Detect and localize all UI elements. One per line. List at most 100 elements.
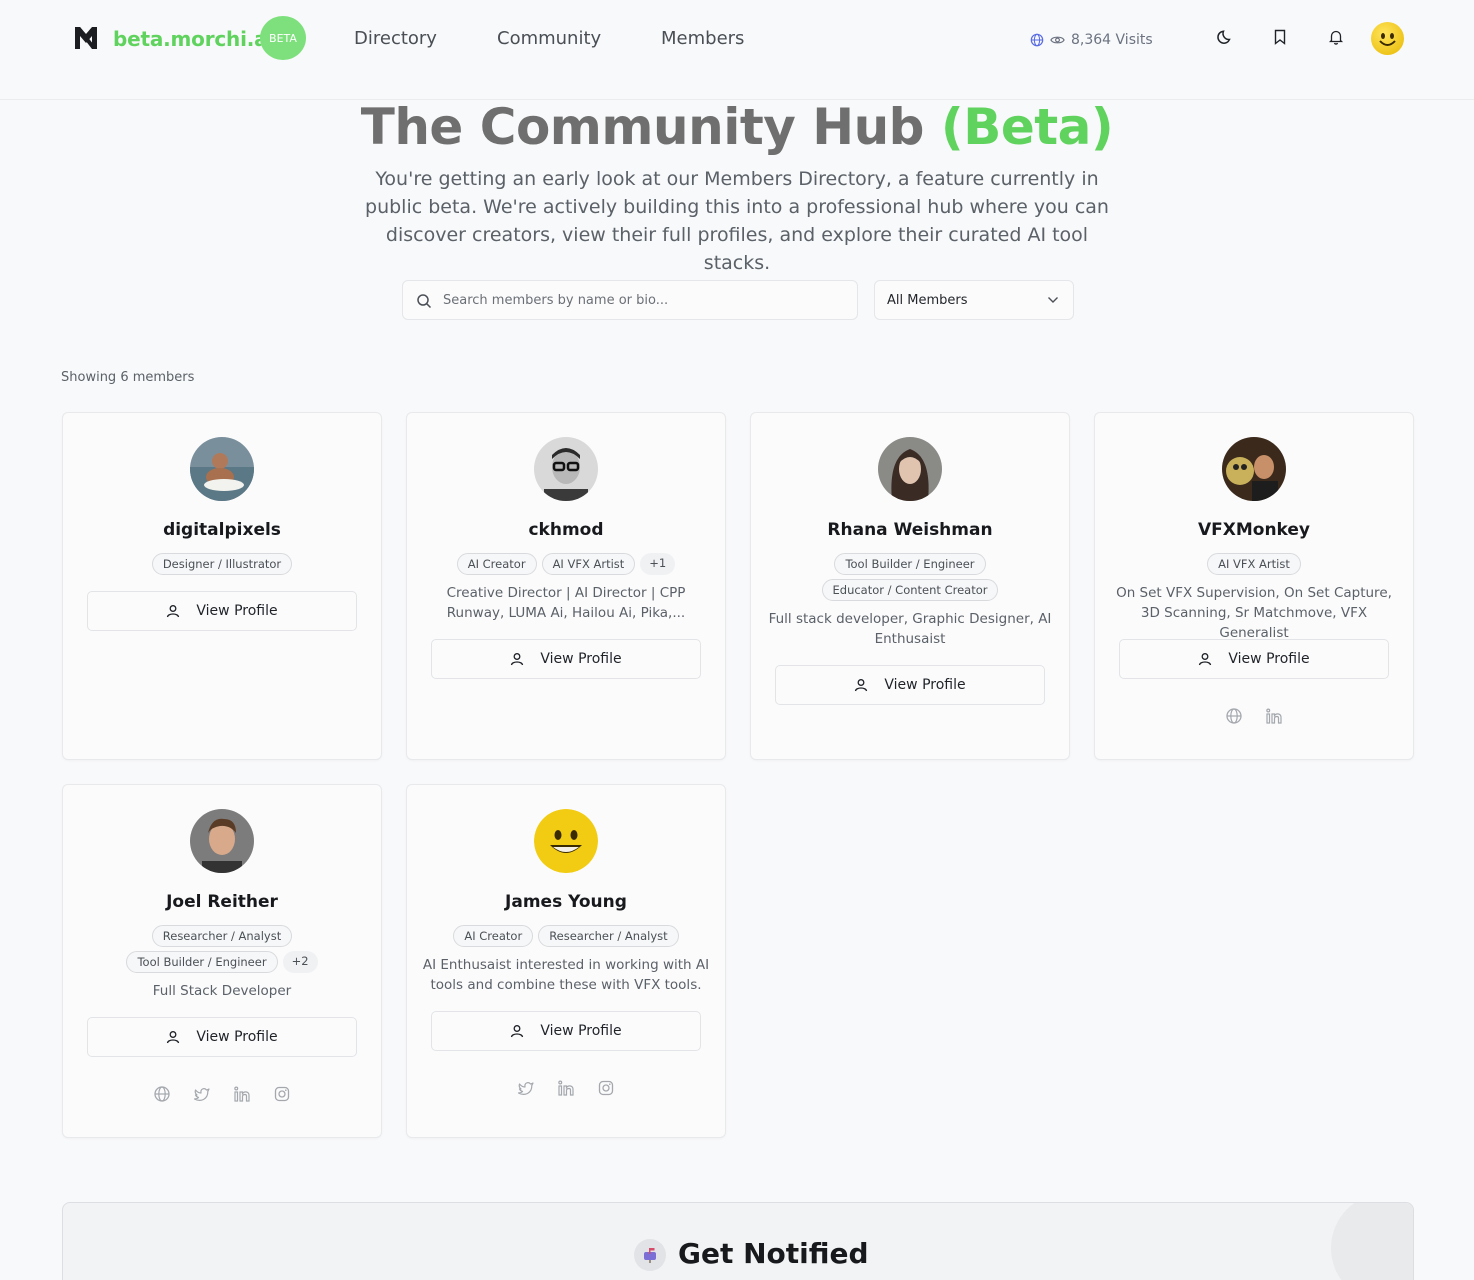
view-profile-button[interactable]: View Profile (1119, 639, 1389, 679)
more-tags-badge[interactable]: +1 (640, 553, 676, 575)
view-profile-label: View Profile (540, 651, 622, 667)
globe-icon[interactable] (1225, 707, 1243, 725)
user-icon (855, 679, 868, 692)
nav-members[interactable]: Members (661, 28, 744, 49)
avatar (878, 437, 942, 501)
view-profile-label: View Profile (196, 603, 278, 619)
member-card: James Young AI Creator Researcher / Anal… (406, 784, 726, 1138)
moon-icon[interactable] (1217, 28, 1235, 46)
get-notified-title: Get Notified (678, 1237, 869, 1270)
bell-icon[interactable] (1327, 28, 1345, 46)
avatar (534, 437, 598, 501)
visit-count: 8,364 Visits (1071, 32, 1153, 48)
avatar (534, 809, 598, 873)
brand-name[interactable]: beta.morchi.ai (113, 27, 274, 51)
member-tag: Designer / Illustrator (151, 553, 293, 575)
member-tags: Researcher / Analyst (63, 925, 381, 947)
user-icon (167, 1031, 180, 1044)
bookmark-icon[interactable] (1271, 28, 1289, 46)
top-navbar: beta.morchi.ai BETA Directory Community … (0, 0, 1474, 100)
twitter-icon[interactable] (193, 1085, 211, 1103)
smiley-face-icon (1379, 33, 1396, 46)
member-card: ckhmod AI Creator AI VFX Artist +1 Creat… (406, 412, 726, 760)
search-input[interactable] (443, 281, 843, 319)
morchi-logo-icon[interactable] (73, 25, 99, 51)
member-tags: AI Creator Researcher / Analyst (407, 925, 725, 947)
search-icon (417, 294, 432, 309)
member-tags: AI Creator AI VFX Artist +1 (407, 553, 725, 575)
linkedin-icon[interactable] (233, 1085, 251, 1103)
view-profile-button[interactable]: View Profile (87, 591, 357, 631)
nav-directory[interactable]: Directory (354, 28, 437, 49)
member-card: Rhana Weishman Tool Builder / Engineer E… (750, 412, 1070, 760)
member-name: VFXMonkey (1197, 520, 1311, 540)
view-profile-button[interactable]: View Profile (87, 1017, 357, 1057)
user-avatar[interactable] (1371, 22, 1404, 55)
member-tag: AI Creator (456, 553, 537, 575)
member-tags: Educator / Content Creator (751, 579, 1069, 601)
visit-counter: 8,364 Visits (1030, 32, 1153, 48)
globe-icon (1030, 33, 1044, 47)
eye-icon (1050, 36, 1065, 44)
view-profile-label: View Profile (540, 1023, 622, 1039)
member-name: ckhmod (528, 520, 604, 540)
member-tags: Designer / Illustrator (63, 553, 381, 575)
avatar (190, 437, 254, 501)
member-bio: Creative Director | AI Director | CPP Ru… (446, 585, 686, 621)
view-profile-label: View Profile (196, 1029, 278, 1045)
member-tag: Tool Builder / Engineer (834, 553, 986, 575)
mailbox-icon (634, 1239, 666, 1271)
user-icon (511, 653, 524, 666)
member-name: Rhana Weishman (827, 520, 993, 540)
chevron-down-icon (1048, 297, 1058, 303)
member-card: digitalpixels Designer / Illustrator Vie… (62, 412, 382, 760)
page-subtitle: You're getting an early look at our Memb… (365, 168, 1109, 274)
user-icon (1199, 653, 1212, 666)
member-bio: On Set VFX Supervision, On Set Capture, … (1116, 585, 1392, 641)
search-field[interactable] (402, 280, 858, 320)
member-tag: Educator / Content Creator (821, 579, 999, 601)
view-profile-button[interactable]: View Profile (431, 1011, 701, 1051)
member-tags: Tool Builder / Engineer (751, 553, 1069, 575)
beta-badge: BETA (260, 16, 306, 60)
decorative-circle (1331, 1203, 1413, 1280)
instagram-icon[interactable] (597, 1079, 615, 1097)
linkedin-icon[interactable] (557, 1079, 575, 1097)
member-tag: AI VFX Artist (541, 553, 636, 575)
member-tags: AI VFX Artist (1095, 553, 1413, 575)
member-tag: Researcher / Analyst (151, 925, 293, 947)
smiley-face-icon (534, 809, 598, 873)
member-card: Joel Reither Researcher / Analyst Tool B… (62, 784, 382, 1138)
instagram-icon[interactable] (273, 1085, 291, 1103)
member-tag: AI VFX Artist (1207, 553, 1301, 575)
view-profile-button[interactable]: View Profile (775, 665, 1045, 705)
linkedin-icon[interactable] (1265, 707, 1283, 725)
nav-community[interactable]: Community (497, 28, 601, 49)
member-card: VFXMonkey AI VFX Artist On Set VFX Super… (1094, 412, 1414, 760)
member-bio: Full Stack Developer (152, 983, 292, 999)
member-tag: AI Creator (453, 925, 534, 947)
page-title: The Community Hub (Beta) (0, 98, 1474, 156)
get-notified-section: Get Notified (62, 1202, 1414, 1280)
page-title-beta: (Beta) (940, 98, 1114, 156)
view-profile-button[interactable]: View Profile (431, 639, 701, 679)
more-tags-badge[interactable]: +2 (282, 951, 318, 973)
globe-icon[interactable] (153, 1085, 171, 1103)
social-links (407, 1079, 725, 1097)
member-tags: Tool Builder / Engineer +2 (63, 951, 381, 973)
social-links (63, 1085, 381, 1103)
member-filter-value: All Members (887, 293, 968, 308)
view-profile-label: View Profile (884, 677, 966, 693)
member-name: digitalpixels (163, 520, 281, 540)
results-count: Showing 6 members (61, 370, 195, 385)
view-profile-label: View Profile (1228, 651, 1310, 667)
member-tag: Researcher / Analyst (538, 925, 679, 947)
social-links (1095, 707, 1413, 725)
member-name: James Young (505, 892, 627, 912)
member-filter-select[interactable]: All Members (874, 280, 1074, 320)
user-icon (167, 605, 180, 618)
twitter-icon[interactable] (517, 1079, 535, 1097)
member-bio: Full stack developer, Graphic Designer, … (768, 611, 1052, 647)
page-title-main: The Community Hub (360, 98, 925, 156)
member-name: Joel Reither (166, 892, 278, 912)
